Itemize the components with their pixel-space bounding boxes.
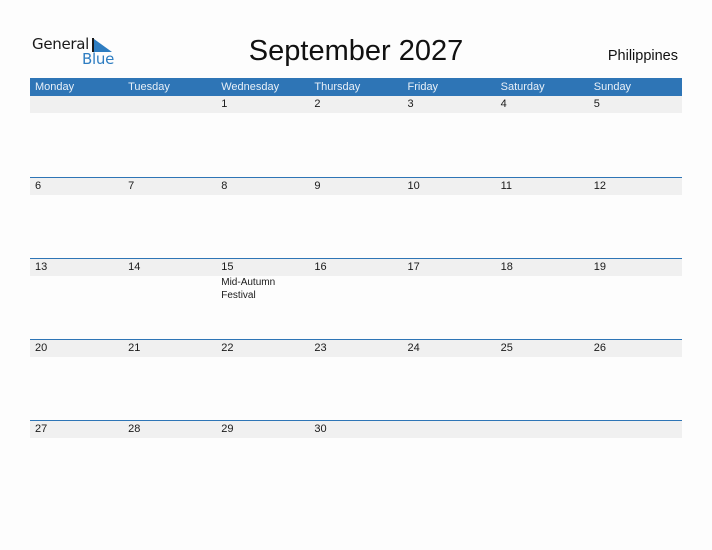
day-number: 20	[35, 342, 48, 354]
day-cell: 2	[309, 96, 402, 113]
day-number: 21	[128, 342, 141, 354]
day-cell	[403, 421, 496, 438]
day-cell: 9	[309, 178, 402, 195]
day-number: 25	[500, 342, 513, 354]
holiday-event: Mid-Autumn Festival	[221, 277, 276, 301]
day-cell: 14	[123, 259, 216, 302]
day-cell: 18	[496, 259, 589, 302]
day-number: 10	[407, 180, 420, 192]
week-cells: 1 2 3 4 5	[30, 96, 682, 113]
day-cell: 15 Mid-Autumn Festival	[216, 259, 309, 302]
day-number: 28	[128, 423, 141, 435]
day-cell: 3	[403, 96, 496, 113]
day-number	[501, 421, 589, 438]
day-cell	[123, 96, 216, 113]
country-label: Philippines	[607, 48, 678, 64]
day-cell: 1	[216, 96, 309, 113]
day-cell: 25	[496, 340, 589, 357]
day-number: 8	[221, 180, 228, 192]
day-number: 16	[314, 261, 327, 273]
day-cell: 27	[30, 421, 123, 438]
day-cell: 24	[403, 340, 496, 357]
day-cell: 22	[216, 340, 309, 357]
week-row: 13 14 15 Mid-Autumn Festival 16 17 18 19	[30, 258, 682, 339]
day-number: 1	[221, 98, 228, 110]
day-number: 24	[407, 342, 420, 354]
week-cells: 13 14 15 Mid-Autumn Festival 16 17 18 19	[30, 259, 682, 302]
weekday-wednesday: Wednesday	[221, 81, 280, 93]
day-cell	[30, 96, 123, 113]
weeks-container: 1 2 3 4 5 6 7 8 9 10 11 12 13 14 15 Mid-Autumn Festival…	[30, 96, 682, 501]
week-row: 6 7 8 9 10 11 12	[30, 177, 682, 258]
day-cell: 12	[589, 178, 682, 195]
day-number: 30	[314, 423, 327, 435]
day-cell: 29	[216, 421, 309, 438]
weekday-saturday: Saturday	[500, 81, 545, 93]
day-number: 29	[221, 423, 234, 435]
day-cell: 17	[403, 259, 496, 302]
day-cell	[496, 421, 589, 438]
day-cell: 8	[216, 178, 309, 195]
day-number	[594, 421, 682, 438]
day-cell: 20	[30, 340, 123, 357]
day-number: 19	[593, 261, 606, 273]
day-cell: 23	[309, 340, 402, 357]
day-cell: 26	[589, 340, 682, 357]
weekday-sunday: Sunday	[593, 81, 632, 93]
day-number	[35, 96, 123, 113]
day-number: 14	[128, 261, 141, 273]
day-number: 4	[500, 98, 507, 110]
day-number: 3	[407, 98, 414, 110]
week-cells: 27 28 29 30	[30, 421, 682, 438]
day-number: 15	[221, 261, 234, 273]
day-cell: 10	[403, 178, 496, 195]
day-number: 12	[593, 180, 606, 192]
day-number: 18	[500, 261, 513, 273]
day-cell: 16	[309, 259, 402, 302]
day-number: 26	[593, 342, 606, 354]
day-cell: 6	[30, 178, 123, 195]
day-number: 2	[314, 98, 321, 110]
week-cells: 20 21 22 23 24 25 26	[30, 340, 682, 357]
day-cell: 4	[496, 96, 589, 113]
day-number	[408, 421, 496, 438]
day-number: 22	[221, 342, 234, 354]
day-cell: 13	[30, 259, 123, 302]
day-cell: 7	[123, 178, 216, 195]
weekday-monday: Monday	[35, 81, 75, 93]
day-number: 17	[407, 261, 420, 273]
day-number: 6	[35, 180, 42, 192]
calendar-grid: Monday Tuesday Wednesday Thursday Friday…	[30, 78, 682, 501]
day-number: 5	[593, 98, 600, 110]
calendar-title: September 2027	[248, 35, 464, 67]
week-row: 20 21 22 23 24 25 26	[30, 339, 682, 420]
weekday-thursday: Thursday	[314, 81, 361, 93]
week-row: 1 2 3 4 5	[30, 96, 682, 177]
day-number: 7	[128, 180, 135, 192]
day-number: 23	[314, 342, 327, 354]
day-cell: 28	[123, 421, 216, 438]
day-cell: 11	[496, 178, 589, 195]
day-number	[128, 96, 216, 113]
day-cell: 5	[589, 96, 682, 113]
week-cells: 6 7 8 9 10 11 12	[30, 178, 682, 195]
day-number: 11	[500, 180, 513, 192]
day-cell: 21	[123, 340, 216, 357]
day-number: 9	[314, 180, 321, 192]
day-cell: 30	[309, 421, 402, 438]
week-row: 27 28 29 30	[30, 420, 682, 501]
day-number: 13	[35, 261, 48, 273]
weekday-header-row: Monday Tuesday Wednesday Thursday Friday…	[30, 78, 682, 96]
day-cell	[589, 421, 682, 438]
weekday-friday: Friday	[407, 81, 439, 93]
day-cell: 19	[589, 259, 682, 302]
day-number: 27	[35, 423, 48, 435]
weekday-tuesday: Tuesday	[128, 81, 170, 93]
